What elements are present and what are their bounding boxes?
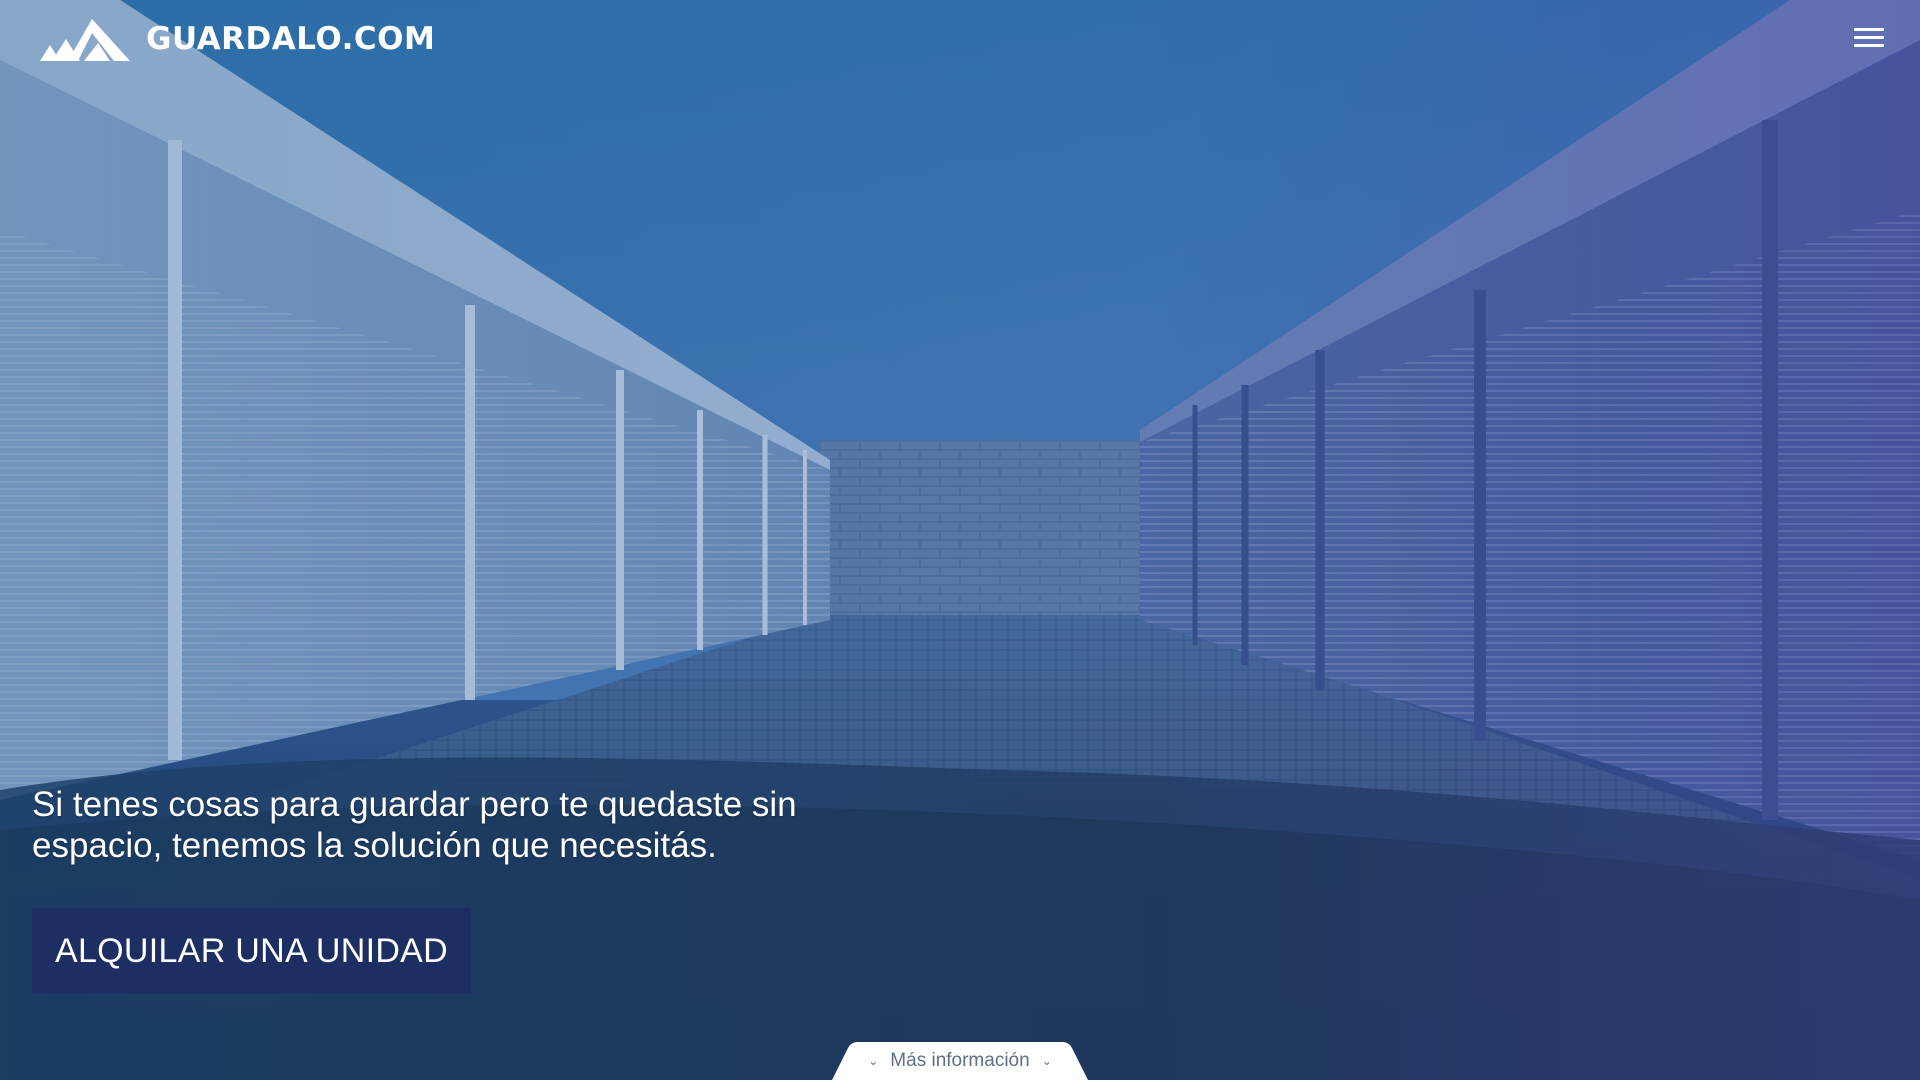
more-info-label: Más información bbox=[890, 1050, 1030, 1071]
hero-section: GUARDALO.COM Si tenes cosas para guardar… bbox=[0, 0, 1920, 1080]
rent-unit-button[interactable]: ALQUILAR UNA UNIDAD bbox=[32, 908, 471, 994]
menu-line bbox=[1854, 28, 1884, 31]
logo-text: GUARDALO.COM bbox=[146, 21, 436, 57]
menu-line bbox=[1854, 36, 1884, 39]
site-header: GUARDALO.COM bbox=[0, 0, 1920, 80]
site-logo[interactable]: GUARDALO.COM bbox=[40, 16, 435, 62]
hamburger-menu-icon[interactable] bbox=[1852, 24, 1886, 52]
mountain-logo-icon bbox=[40, 19, 130, 61]
menu-line bbox=[1854, 44, 1884, 47]
chevron-down-icon: ⌄ bbox=[1041, 1053, 1052, 1068]
hero-headline: Si tenes cosas para guardar pero te qued… bbox=[32, 785, 797, 865]
more-info-row: ⌄ Más información ⌄ bbox=[832, 1050, 1088, 1072]
more-info-tab[interactable]: ⌄ Más información ⌄ bbox=[832, 1042, 1088, 1080]
chevron-down-icon: ⌄ bbox=[868, 1053, 879, 1068]
